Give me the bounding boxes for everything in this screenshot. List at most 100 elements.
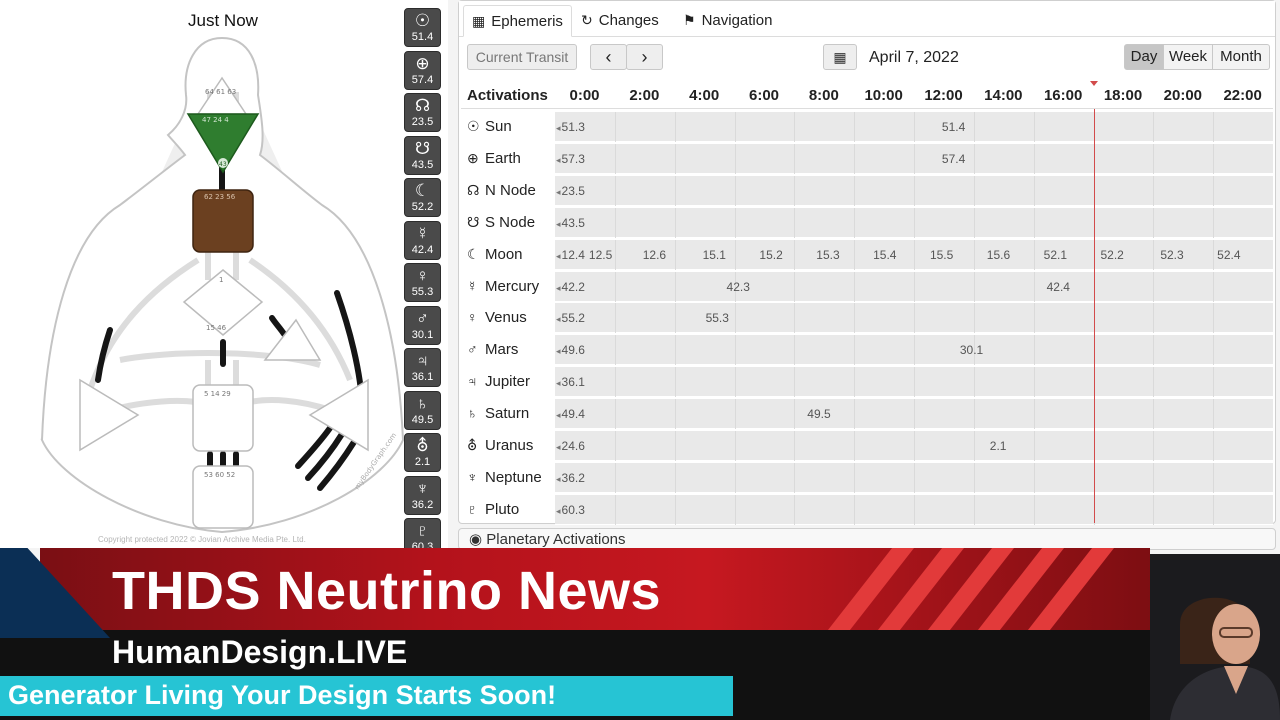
planet-box-south-node[interactable]: ☋ 43.5 <box>404 135 441 175</box>
planet-box-neptune[interactable]: ♆ 36.2 <box>404 475 441 515</box>
gate-activation[interactable]: 12.4 <box>556 248 585 262</box>
gate-activation[interactable]: 24.6 <box>556 439 585 453</box>
current-transit-button[interactable]: Current Transit <box>467 44 577 70</box>
planet-box-mars[interactable]: ♂ 30.1 <box>404 305 441 345</box>
hour-gridline <box>1213 494 1215 525</box>
gate-activation[interactable]: 55.2 <box>556 311 585 325</box>
hour-gridline <box>794 175 796 206</box>
gate-activation[interactable]: 57.3 <box>556 152 585 166</box>
gate-activation[interactable]: 55.3 <box>706 311 729 325</box>
sun-icon: ☉ <box>467 118 480 134</box>
hour-gridline <box>1153 143 1155 174</box>
planet-row-venus: ♀ Venus 55.2 55.3 <box>461 302 1273 334</box>
hour-gridline <box>734 207 736 238</box>
gate-activation[interactable]: 57.4 <box>942 152 965 166</box>
pluto-icon: ♇ <box>467 500 478 517</box>
gate-activation[interactable]: 12.5 <box>589 248 612 262</box>
activation-track: 60.3 <box>555 494 1273 525</box>
planet-box-uranus[interactable]: ⛢ 2.1 <box>404 433 441 472</box>
planet-row-saturn: ♄ Saturn 49.4 49.5 <box>461 398 1273 430</box>
planet-value: 57.4 <box>411 73 434 86</box>
gate-activation[interactable]: 60.3 <box>556 503 585 517</box>
planet-name: ⛢ Uranus <box>467 437 555 454</box>
gate-activation[interactable]: 49.5 <box>807 407 830 421</box>
tab-ephemeris-label: Ephemeris <box>491 13 563 30</box>
tab-navigation[interactable]: ⚑ Navigation <box>675 5 780 37</box>
planet-box-saturn[interactable]: ♄ 49.5 <box>404 390 441 430</box>
sacral-gate-labels: 5 14 29 <box>204 390 231 398</box>
gate-activation[interactable]: 15.3 <box>816 248 839 262</box>
venus-icon: ♀ <box>416 266 429 285</box>
south-node-icon: ☋ <box>414 138 431 158</box>
planet-box-mercury[interactable]: ☿ 42.4 <box>404 220 441 260</box>
hour-gridline <box>734 175 736 206</box>
calendar-picker-button[interactable]: ▦ <box>823 44 857 70</box>
view-day-button[interactable]: Day <box>1124 44 1164 70</box>
gate-activation[interactable]: 15.5 <box>930 248 953 262</box>
view-week-button[interactable]: Week <box>1163 44 1213 70</box>
hour-gridline <box>614 431 616 461</box>
tab-changes[interactable]: ↻ Changes <box>573 5 667 37</box>
hour-gridline <box>734 367 736 398</box>
refresh-icon: ↻ <box>581 12 593 28</box>
hour-gridline <box>1153 494 1155 525</box>
gate-activation[interactable]: 42.2 <box>556 280 585 294</box>
hour-gridline <box>734 335 736 366</box>
hour-gridline <box>794 494 796 525</box>
gate-activation[interactable]: 23.5 <box>556 184 585 198</box>
mars-icon: ♂ <box>416 308 429 328</box>
gate-activation[interactable]: 15.4 <box>873 248 896 262</box>
hour-gridline <box>1213 112 1215 142</box>
next-day-button[interactable]: › <box>626 44 663 70</box>
hour-gridline <box>614 112 616 142</box>
planet-box-venus[interactable]: ♀ 55.3 <box>404 263 441 302</box>
hour-header: 6:00 <box>748 87 780 104</box>
planet-box-jupiter[interactable]: ♃ 36.1 <box>404 348 441 387</box>
tab-ephemeris[interactable]: ▦ Ephemeris <box>463 5 572 37</box>
hour-gridline <box>1033 112 1035 142</box>
sun-icon: ☉ <box>414 11 431 30</box>
gate-activation[interactable]: 52.1 <box>1044 248 1067 262</box>
planet-box-north-node[interactable]: ☊ 23.5 <box>404 93 441 132</box>
throat-gate-labels: 62 23 56 <box>204 193 236 201</box>
view-month-button[interactable]: Month <box>1212 44 1270 70</box>
gate-activation[interactable]: 36.1 <box>556 375 585 389</box>
hour-gridline <box>914 207 915 238</box>
ajna-gate-43-label: 43 <box>219 161 227 168</box>
planet-box-earth[interactable]: ⊕ 57.4 <box>404 50 441 90</box>
hour-gridline <box>734 494 736 525</box>
planet-value: 43.5 <box>411 158 434 171</box>
gate-activation[interactable]: 51.4 <box>942 120 965 134</box>
hour-gridline <box>914 367 915 398</box>
gate-activation[interactable]: 52.2 <box>1100 248 1123 262</box>
gate-activation[interactable]: 52.4 <box>1217 248 1240 262</box>
planet-box-moon[interactable]: ☾ 52.2 <box>404 178 441 217</box>
gate-activation[interactable]: 51.3 <box>556 120 585 134</box>
gate-activation[interactable]: 15.1 <box>703 248 726 262</box>
grid-header: Activations 0:00 2:00 4:00 6:00 8:00 10:00 12:… <box>461 81 1273 109</box>
planet-value: 49.5 <box>411 413 434 426</box>
hour-gridline <box>734 431 736 461</box>
gate-activation[interactable]: 15.2 <box>759 248 782 262</box>
prev-day-button[interactable]: ‹ <box>590 44 627 70</box>
hour-header: 22:00 <box>1223 87 1262 104</box>
gate-activation[interactable]: 30.1 <box>960 343 983 357</box>
gate-activation[interactable]: 43.5 <box>556 216 585 230</box>
gate-activation[interactable]: 42.3 <box>727 280 750 294</box>
planet-box-sun[interactable]: ☉ 51.4 <box>404 8 441 47</box>
planet-name: ♃ Jupiter <box>467 373 555 390</box>
planet-row-earth: ⊕ Earth 57.3 57.4 <box>461 143 1273 174</box>
gate-activation[interactable]: 36.2 <box>556 471 585 485</box>
gate-activation[interactable]: 12.6 <box>643 248 666 262</box>
activation-track: 43.5 <box>555 207 1273 238</box>
gate-activation[interactable]: 42.4 <box>1047 280 1070 294</box>
gate-activation[interactable]: 52.3 <box>1160 248 1183 262</box>
planetary-activations-header[interactable]: ◉ Planetary Activations <box>458 528 1276 550</box>
copyright-text: Copyright protected 2022 © Jovian Archiv… <box>98 535 306 544</box>
gate-activation[interactable]: 15.6 <box>987 248 1010 262</box>
hour-gridline <box>1033 175 1035 206</box>
gate-activation[interactable]: 49.6 <box>556 343 585 357</box>
activation-track: 51.3 51.4 <box>555 112 1273 142</box>
gate-activation[interactable]: 49.4 <box>556 407 585 421</box>
gate-activation[interactable]: 2.1 <box>990 439 1007 453</box>
